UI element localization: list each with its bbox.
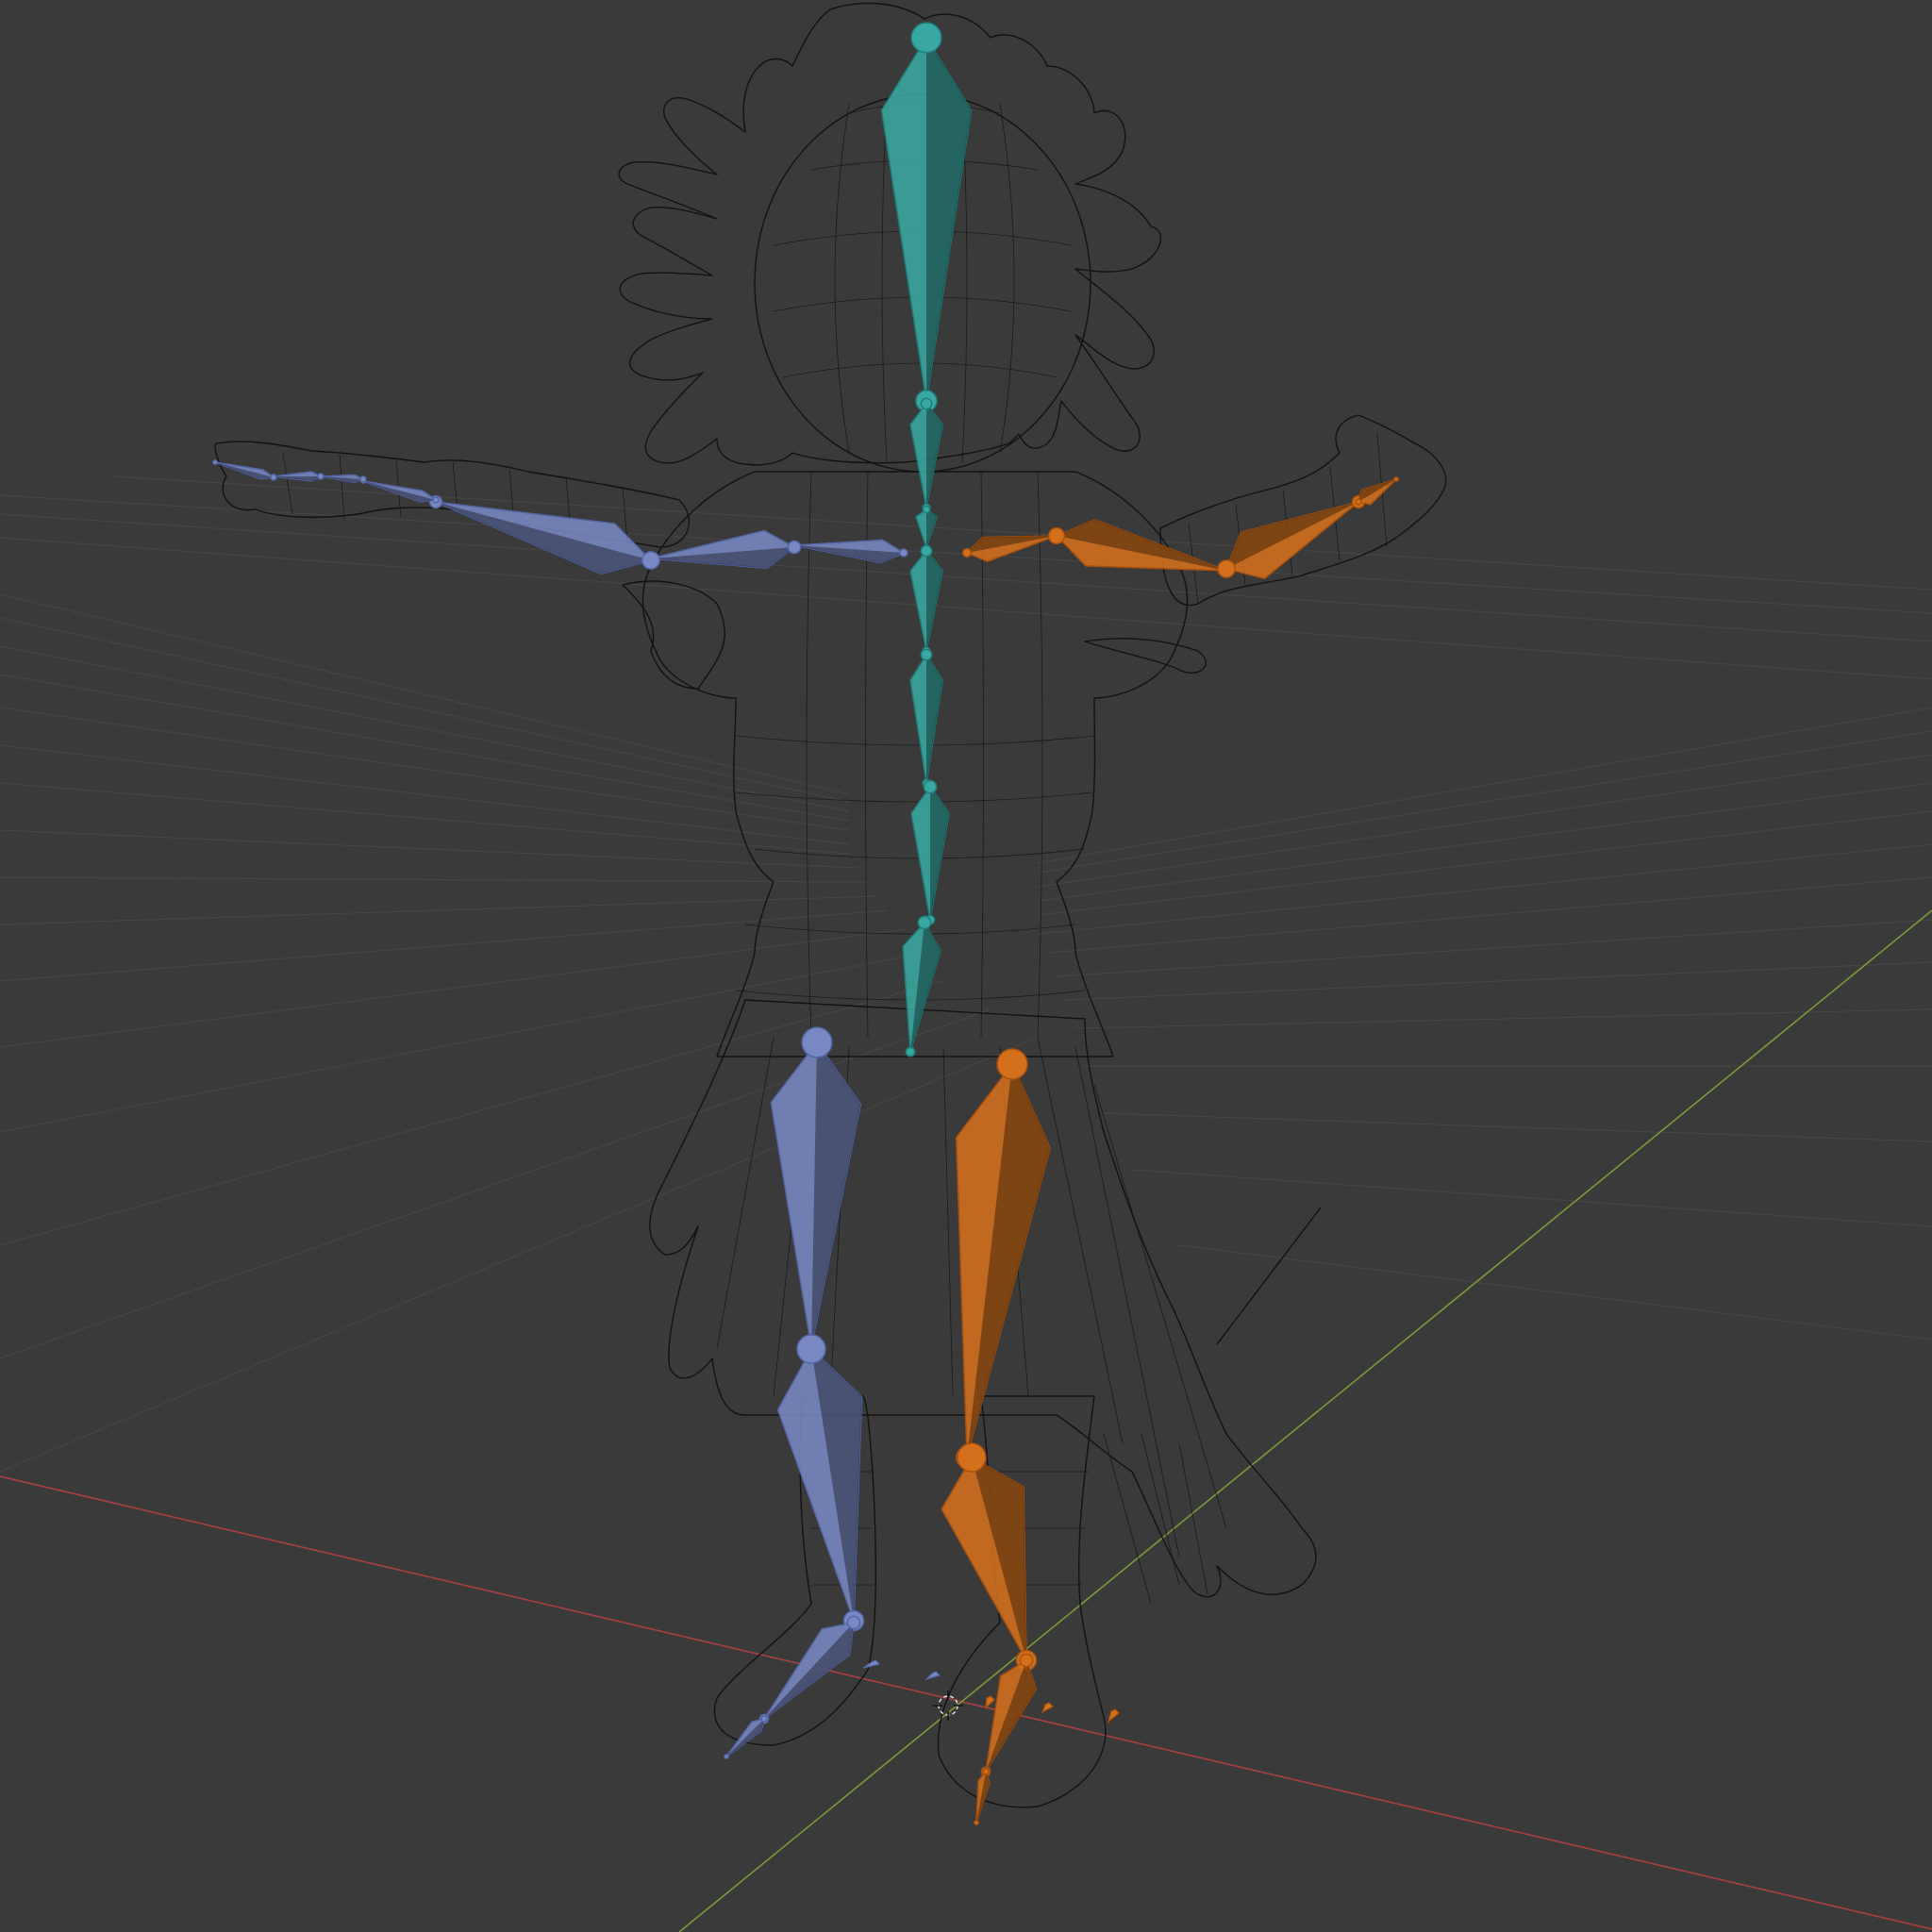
- viewport-canvas[interactable]: [0, 0, 1932, 1932]
- toe-bone-right-2[interactable]: [985, 1695, 995, 1709]
- toe-bone-right-3[interactable]: [1041, 1702, 1054, 1714]
- bone-spine-2[interactable]: [915, 505, 938, 551]
- bone-head-joint[interactable]: [432, 496, 440, 504]
- bone-tail-joint[interactable]: [1393, 476, 1399, 482]
- hair-crown-outline: [618, 2, 1161, 466]
- bone-head-joint[interactable]: [920, 648, 933, 661]
- bone-head-joint[interactable]: [1047, 526, 1066, 545]
- toe-bone-left-0[interactable]: [862, 1659, 881, 1669]
- bone-head-joint[interactable]: [1019, 1653, 1034, 1668]
- bone-head-joint[interactable]: [996, 1048, 1028, 1080]
- bone-right-19[interactable]: [1047, 519, 1233, 577]
- 3d-cursor[interactable]: [933, 1690, 963, 1721]
- bone-shading: [926, 404, 942, 508]
- bone-head-joint[interactable]: [270, 474, 277, 481]
- bone-left-9[interactable]: [428, 494, 660, 575]
- bone-tail-joint[interactable]: [974, 1820, 979, 1825]
- bone-left-15[interactable]: [776, 1334, 865, 1632]
- bone-head-joint[interactable]: [982, 1768, 990, 1775]
- bone-left-11[interactable]: [318, 474, 367, 484]
- bone-spine-6[interactable]: [902, 915, 941, 1058]
- bone-right-22[interactable]: [955, 1048, 1051, 1469]
- bone-head-joint[interactable]: [920, 544, 933, 558]
- bone-spine-3[interactable]: [909, 544, 943, 656]
- bone-shading: [930, 787, 949, 920]
- bone-head-joint[interactable]: [910, 22, 942, 54]
- bone-shading: [811, 1042, 861, 1347]
- y-axis-line: [678, 909, 1932, 1932]
- bone-head-joint[interactable]: [917, 915, 932, 930]
- armature[interactable]: [212, 22, 1399, 1825]
- bone-right-23[interactable]: [941, 1442, 1038, 1672]
- bone-tail-joint[interactable]: [212, 459, 218, 465]
- bone-head-joint[interactable]: [1355, 498, 1362, 506]
- toe-bone-right-4[interactable]: [1107, 1708, 1120, 1724]
- empty-object-line: [1216, 1207, 1322, 1345]
- bone-right-24[interactable]: [980, 1653, 1037, 1777]
- bone-head-joint[interactable]: [359, 475, 367, 483]
- bone-shading: [926, 38, 972, 401]
- bone-tail-joint[interactable]: [724, 1754, 729, 1759]
- bone-head-joint[interactable]: [920, 397, 933, 410]
- right-sleeve-outline: [1084, 638, 1207, 674]
- bone-left-12[interactable]: [271, 471, 325, 482]
- bone-head-joint[interactable]: [899, 548, 908, 558]
- bone-right-21[interactable]: [1355, 476, 1399, 506]
- bone-head-joint[interactable]: [796, 1334, 826, 1364]
- bone-head-joint[interactable]: [317, 473, 325, 480]
- bone-head-joint[interactable]: [641, 551, 660, 570]
- bone-head-joint[interactable]: [760, 1715, 768, 1723]
- bone-head-joint[interactable]: [922, 505, 931, 514]
- bone-head-joint[interactable]: [957, 1442, 987, 1473]
- bone-spine-0[interactable]: [880, 22, 973, 412]
- right-arm-outline: [1159, 414, 1447, 607]
- left-sleeve-outline: [622, 580, 725, 690]
- bone-spine-4[interactable]: [909, 648, 943, 788]
- bone-tail-joint[interactable]: [905, 1046, 916, 1058]
- bone-head-joint[interactable]: [961, 547, 973, 558]
- bone-head-joint[interactable]: [846, 1615, 861, 1630]
- bone-head-joint[interactable]: [1217, 559, 1236, 578]
- bone-head-joint[interactable]: [801, 1026, 833, 1058]
- 3d-viewport[interactable]: [0, 0, 1932, 1932]
- bone-spine-1[interactable]: [909, 397, 943, 512]
- bone-shading: [926, 551, 942, 651]
- bone-shading: [926, 655, 942, 783]
- toe-bone-left-1[interactable]: [924, 1671, 941, 1681]
- bone-head-joint[interactable]: [787, 540, 802, 555]
- bone-left-10[interactable]: [360, 478, 440, 504]
- bone-left-16[interactable]: [758, 1615, 861, 1724]
- bone-head-joint[interactable]: [923, 779, 938, 794]
